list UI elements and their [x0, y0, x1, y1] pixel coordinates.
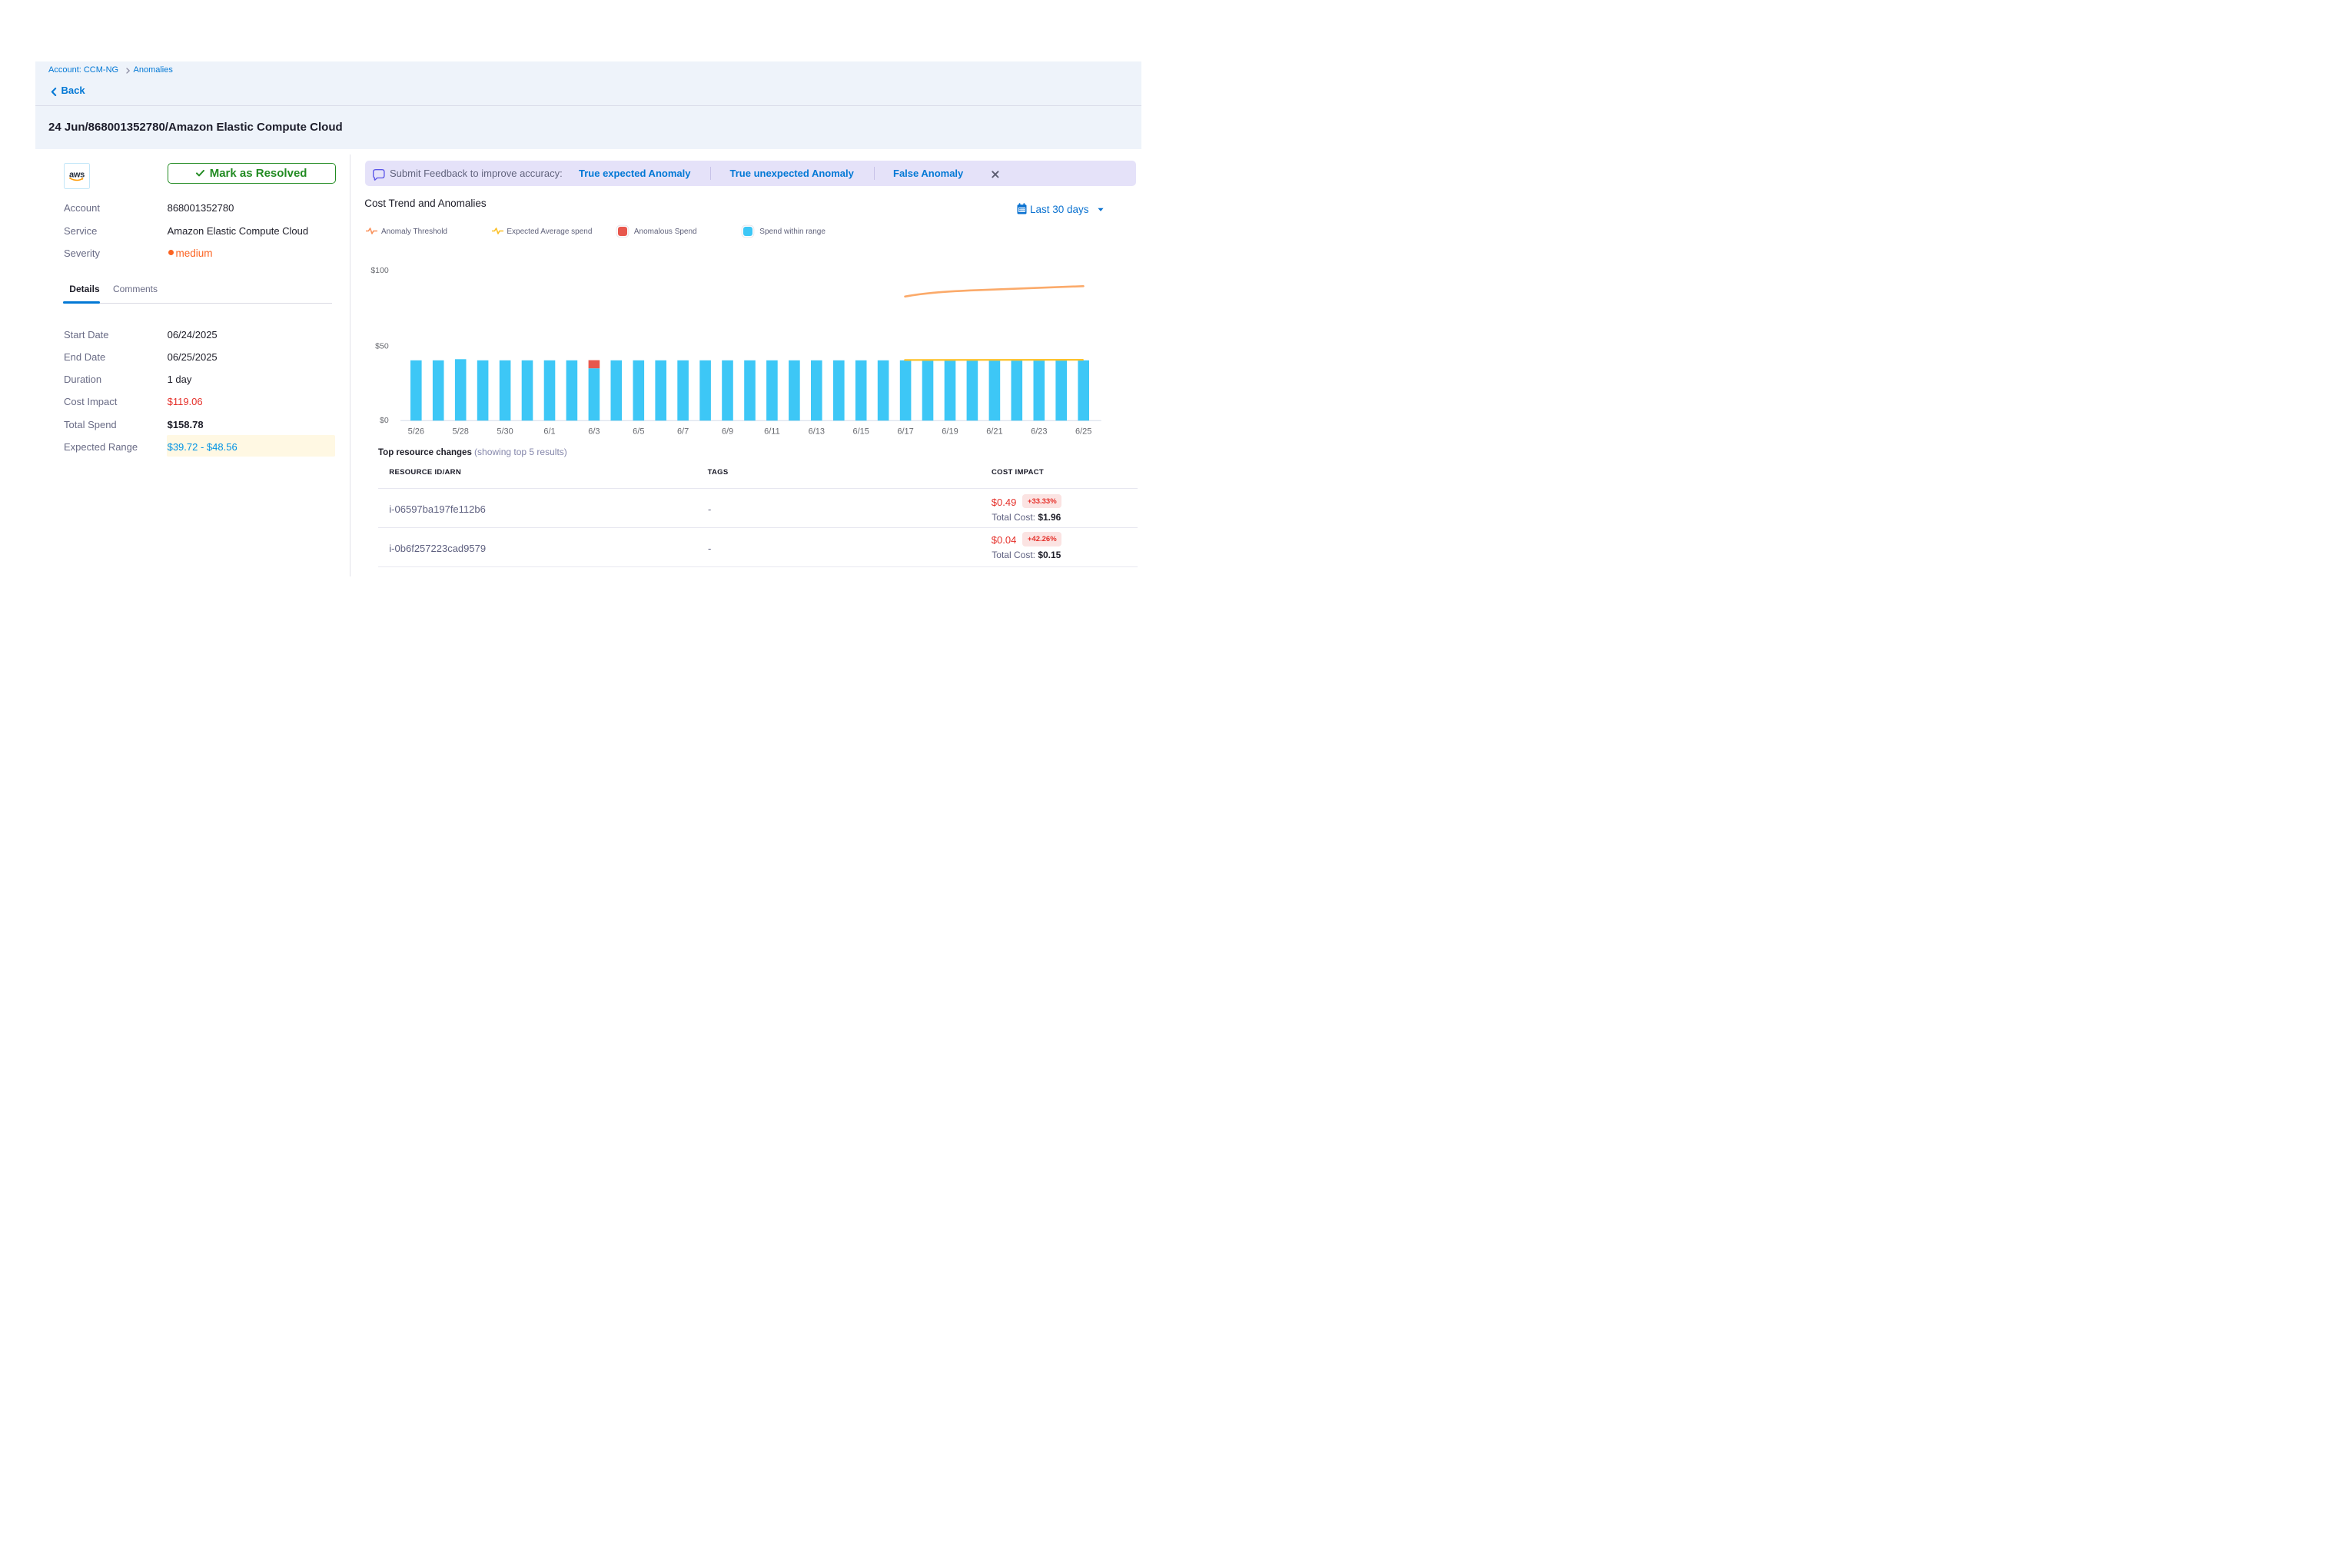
svg-text:6/5: 6/5 — [633, 427, 644, 437]
svg-text:$100: $100 — [370, 266, 389, 275]
svg-text:6/15: 6/15 — [852, 427, 869, 437]
svg-text:6/21: 6/21 — [986, 427, 1002, 437]
svg-text:6/3: 6/3 — [588, 427, 600, 437]
svg-text:6/9: 6/9 — [722, 427, 733, 437]
svg-text:$0: $0 — [380, 416, 389, 425]
svg-text:5/30: 5/30 — [497, 427, 513, 437]
svg-text:6/1: 6/1 — [543, 427, 555, 437]
svg-text:6/13: 6/13 — [809, 427, 825, 437]
svg-text:6/19: 6/19 — [942, 427, 958, 437]
svg-text:5/26: 5/26 — [408, 427, 424, 437]
svg-text:6/23: 6/23 — [1031, 427, 1047, 437]
svg-text:$50: $50 — [375, 342, 389, 351]
svg-text:6/11: 6/11 — [764, 427, 780, 437]
svg-text:5/28: 5/28 — [452, 427, 468, 437]
svg-text:6/7: 6/7 — [677, 427, 689, 437]
svg-text:6/25: 6/25 — [1075, 427, 1091, 437]
svg-text:6/17: 6/17 — [897, 427, 913, 437]
